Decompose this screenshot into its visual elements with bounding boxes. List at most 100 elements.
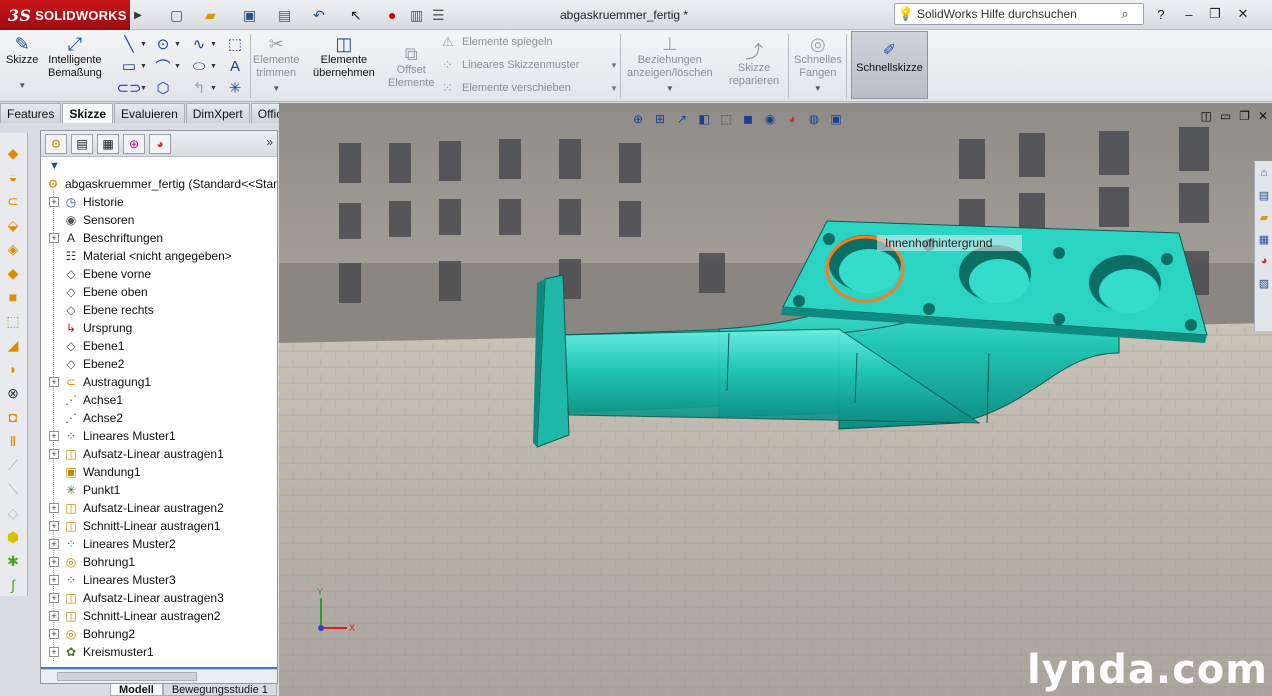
quick-snaps-button[interactable]: ◎ Schnelles Fangen ▼ [794, 34, 842, 95]
offset-entities-button[interactable]: ⧉ Offset Elemente [388, 44, 434, 90]
tree-item[interactable]: + ◎ Bohrung1 [49, 553, 135, 571]
shell-feature-icon[interactable]: ⊗ [3, 383, 23, 403]
tree-item[interactable]: + A Beschriftungen [49, 229, 163, 247]
tree-item[interactable]: + ◎ Bohrung2 [49, 625, 135, 643]
expand-toggle-icon[interactable]: + [49, 521, 59, 531]
tree-item[interactable]: ✳ Punkt1 [49, 481, 120, 499]
tree-item[interactable]: ◇ Ebene2 [49, 355, 124, 373]
options-icon[interactable]: ☰ [432, 5, 445, 25]
slot-icon[interactable]: ⊂⊃ [116, 78, 141, 98]
tree-item[interactable]: ⋰ Achse2 [49, 409, 123, 427]
swept-boss-icon[interactable]: ⊂ [3, 191, 23, 211]
sketch-button[interactable]: ✎ Skizze ▼ [6, 34, 38, 92]
convert-entities-button[interactable]: ◫ Elemente übernehmen [313, 34, 375, 80]
polygon-icon[interactable]: ⬡ [152, 78, 174, 98]
zoom-area-icon[interactable]: ⊞ [651, 110, 669, 128]
tab-motion-study[interactable]: Bewegungsstudie 1 [162, 684, 277, 696]
expand-toggle-icon[interactable]: + [49, 611, 59, 621]
expand-toggle-icon[interactable]: + [49, 539, 59, 549]
new-document-icon[interactable]: ▢ [170, 5, 183, 25]
linear-sketch-pattern-button[interactable]: ⁘ Lineares Skizzenmuster ▼ [442, 55, 618, 75]
tree-item[interactable]: + ◫ Aufsatz-Linear austragen2 [49, 499, 224, 517]
fillet-icon[interactable]: ↰ [188, 78, 210, 98]
tab-model[interactable]: Modell [110, 684, 163, 696]
expand-panel-icon[interactable]: » [266, 135, 273, 149]
horizontal-scrollbar[interactable] [41, 669, 277, 683]
expand-toggle-icon[interactable]: + [49, 629, 59, 639]
tree-item[interactable]: + ◫ Aufsatz-Linear austragen3 [49, 589, 224, 607]
wrap-icon[interactable]: ◘ [3, 407, 23, 427]
tab-sketch[interactable]: Skizze [62, 103, 114, 123]
mold-tools-icon[interactable]: ⬢ [3, 527, 23, 547]
help-icon[interactable]: ? [1150, 4, 1172, 24]
fillet-feature-icon[interactable]: ■ [3, 287, 23, 307]
tree-item[interactable]: ⋰ Achse1 [49, 391, 123, 409]
search-icon[interactable]: ⌕ [1113, 6, 1137, 22]
smart-dimension-button[interactable]: ⤢ Intelligente Bemaßung [48, 34, 102, 80]
rib-icon[interactable]: ◢ [3, 335, 23, 355]
circle-dropdown-arrow[interactable]: ▼ [174, 34, 182, 54]
tree-item[interactable]: + ⁘ Lineares Muster3 [49, 571, 176, 589]
spline-icon[interactable]: ∿ [188, 34, 210, 54]
menu-arrow-icon[interactable]: ▶ [130, 0, 146, 30]
tree-item[interactable]: ▣ Wandung1 [49, 463, 140, 481]
view-settings-icon[interactable]: ▣ [827, 110, 845, 128]
instant3d-icon[interactable]: ◇ [3, 503, 23, 523]
display-manager-tab-icon[interactable]: ◕ [149, 134, 171, 154]
sketch-tools-icon[interactable]: ✱ [3, 551, 23, 571]
grid-icon[interactable]: ⬚ [224, 34, 246, 54]
tree-item[interactable]: + ⁘ Lineares Muster2 [49, 535, 176, 553]
solidworks-logo[interactable]: 3S SOLIDWORKS [0, 0, 130, 30]
tree-item[interactable]: + ◷ Historie [49, 193, 124, 211]
tree-item[interactable]: + ◫ Schnitt-Linear austragen2 [49, 607, 220, 625]
expand-toggle-icon[interactable]: + [49, 377, 59, 387]
tree-item[interactable]: + ✿ Kreismuster1 [49, 643, 154, 661]
rebuild-icon[interactable]: ● [388, 5, 396, 25]
display-style-icon[interactable]: ◼ [739, 110, 757, 128]
print-icon[interactable]: ▤ [278, 5, 291, 25]
revolved-cut-icon[interactable]: ◆ [3, 263, 23, 283]
zoom-to-fit-icon[interactable]: ⊕ [629, 110, 647, 128]
linear-pattern-feature-icon[interactable]: ⬚ [3, 311, 23, 331]
circle-icon[interactable]: ⊙ [152, 34, 174, 54]
appearance-icon[interactable]: ◕ [783, 110, 801, 128]
help-search-input[interactable] [917, 7, 1113, 21]
tree-item[interactable]: + ◫ Schnitt-Linear austragen1 [49, 517, 220, 535]
arc-dropdown-arrow[interactable]: ▼ [174, 56, 182, 76]
extruded-cut-icon[interactable]: ◈ [3, 239, 23, 259]
spline-tools-icon[interactable]: ∫ [3, 575, 23, 595]
tree-item[interactable]: + ◫ Aufsatz-Linear austragen1 [49, 445, 224, 463]
custom-properties-icon[interactable]: ▧ [1256, 274, 1272, 292]
lofted-boss-icon[interactable]: ⬙ [3, 215, 23, 235]
tree-item[interactable]: ↳ Ursprung [49, 319, 132, 337]
expand-toggle-icon[interactable]: + [49, 233, 59, 243]
scene-icon[interactable]: ◍ [805, 110, 823, 128]
resources-icon[interactable]: ⌂ [1256, 164, 1272, 182]
expand-toggle-icon[interactable]: + [49, 593, 59, 603]
rectangle-dropdown-arrow[interactable]: ▼ [140, 56, 148, 76]
tree-root[interactable]: ⚙ abgaskruemmer_fertig (Standard<<Standa… [45, 175, 277, 193]
tab-features[interactable]: Features [0, 103, 62, 123]
arc-icon[interactable]: ⌒ [152, 56, 174, 76]
open-folder-icon[interactable]: ▰ [205, 5, 216, 25]
intersect-icon[interactable]: Ⅱ [3, 431, 23, 451]
scrollbar-thumb[interactable] [57, 672, 197, 681]
tree-item[interactable]: ◇ Ebene oben [49, 283, 147, 301]
ellipse-icon[interactable]: ⬭ [188, 56, 210, 76]
tree-item[interactable]: ☷ Material <nicht angegeben> [49, 247, 232, 265]
line-dropdown-arrow[interactable]: ▼ [140, 34, 148, 54]
expand-toggle-icon[interactable]: + [49, 557, 59, 567]
tree-item[interactable]: ◇ Ebene vorne [49, 265, 151, 283]
restore-button[interactable]: ❐ [1204, 4, 1226, 24]
mirror-entities-button[interactable]: ⚠ Elemente spiegeln [442, 32, 553, 52]
save-icon[interactable]: ▣ [243, 5, 256, 25]
tree-item[interactable]: + ⁘ Lineares Muster1 [49, 427, 176, 445]
undo-icon[interactable]: ↶ [313, 5, 325, 25]
spline-dropdown-arrow[interactable]: ▼ [210, 34, 218, 54]
viewport-minimize-icon[interactable]: ▭ [1220, 109, 1231, 123]
previous-view-icon[interactable]: ↗ [673, 110, 691, 128]
view-orientation-icon[interactable]: ⬚ [717, 110, 735, 128]
tree-item[interactable]: ◇ Ebene rechts [49, 301, 153, 319]
extruded-boss-icon[interactable]: ◆ [3, 143, 23, 163]
tab-dimxpert[interactable]: DimXpert [185, 103, 250, 123]
